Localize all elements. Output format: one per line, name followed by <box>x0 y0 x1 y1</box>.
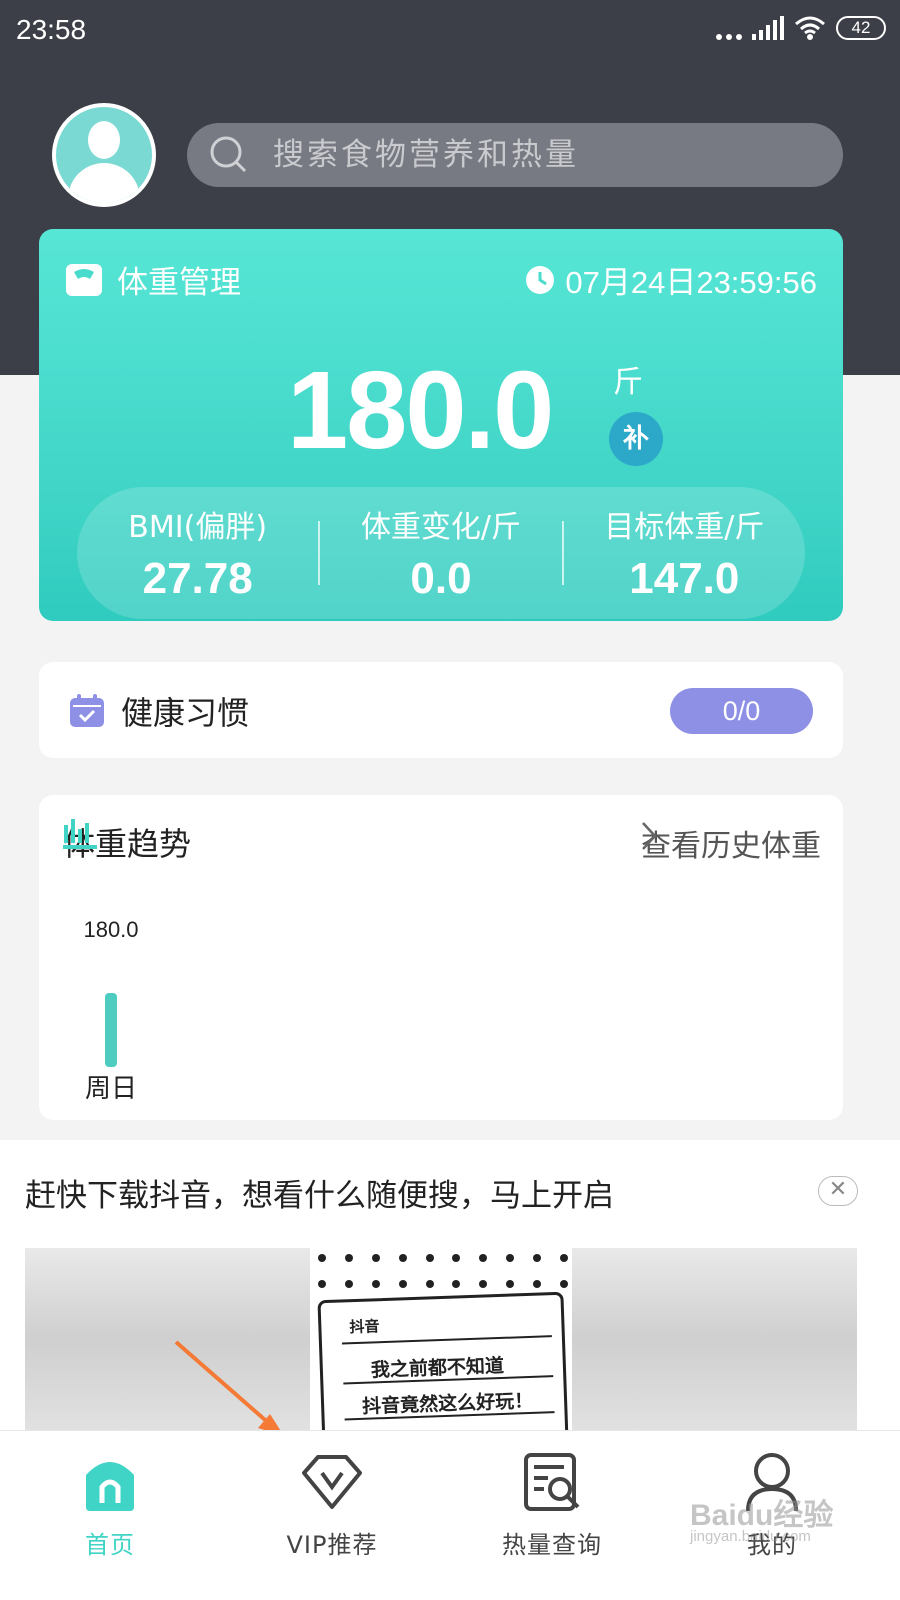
trend-data-label: 180.0 <box>83 917 138 942</box>
weight-trend-card: 体重趋势 查看历史体重 180.0 周日 <box>39 795 843 1120</box>
clock-icon <box>526 265 555 294</box>
ad-brand: 抖音 <box>349 1317 380 1337</box>
search-input[interactable] <box>273 137 833 173</box>
avatar[interactable] <box>52 103 156 207</box>
stat-weight-change: 体重变化/斤 0.0 <box>320 502 561 604</box>
wifi-icon <box>795 16 825 40</box>
datetime-text: 07月24日23:59:56 <box>565 265 817 300</box>
ad-image[interactable]: 抖音 我之前都不知道 抖音竟然这么好玩！ <box>25 1248 857 1430</box>
nav-vip[interactable]: VIP推荐 <box>252 1451 412 1560</box>
stat-label: 体重变化/斤 <box>360 510 522 545</box>
weight-trend-chart: 180.0 周日 <box>83 917 138 1104</box>
stat-target-weight[interactable]: 目标体重/斤 147.0 <box>564 502 805 604</box>
status-icons: 42 <box>716 16 886 40</box>
calendar-check-icon <box>70 694 104 727</box>
battery-indicator: 42 <box>836 16 886 40</box>
search-bar[interactable] <box>187 123 843 187</box>
nav-home[interactable]: 首页 <box>30 1451 190 1560</box>
home-icon <box>86 1462 134 1511</box>
weight-card-datetime: 07月24日23:59:56 <box>525 257 817 302</box>
ad-banner[interactable]: 赶快下载抖音，想看什么随便搜，马上开启 ✕ 抖音 我之前都不知道 抖音竟然这么好… <box>0 1140 900 1430</box>
nav-label: 首页 <box>85 1531 135 1559</box>
ad-close-button[interactable]: ✕ <box>818 1176 858 1206</box>
search-icon <box>210 136 247 173</box>
trend-bar <box>105 993 117 1067</box>
stat-label: 目标体重/斤 <box>604 510 765 545</box>
nav-label: 热量查询 <box>502 1531 602 1559</box>
ad-text: 赶快下载抖音，想看什么随便搜，马上开启 <box>25 1178 614 1214</box>
stat-value: 27.78 <box>142 554 253 603</box>
weight-card-title: 体重管理 <box>65 257 241 302</box>
status-time: 23:58 <box>16 14 87 45</box>
scale-icon <box>66 263 102 296</box>
trend-category-label: 周日 <box>85 1074 137 1104</box>
calorie-search-icon <box>524 1453 580 1511</box>
habits-title: 健康习惯 <box>69 688 249 734</box>
signal-icon <box>752 16 784 40</box>
habits-title-text: 健康习惯 <box>121 694 250 732</box>
stat-label: BMI(偏胖) <box>128 510 268 545</box>
stat-value: 0.0 <box>410 554 472 603</box>
weight-management-card[interactable]: 体重管理 07月24日23:59:56 180.0 斤 补 BMI(偏胖) 27… <box>39 229 843 621</box>
vip-icon <box>302 1455 362 1509</box>
stat-bmi: BMI(偏胖) 27.78 <box>77 502 318 604</box>
habits-progress-pill[interactable]: 0/0 <box>670 688 813 734</box>
weight-stats: BMI(偏胖) 27.78 体重变化/斤 0.0 目标体重/斤 147.0 <box>77 487 805 619</box>
baidu-watermark-url: jingyan.baidu.com <box>690 1528 811 1545</box>
stat-value: 147.0 <box>629 554 740 603</box>
ad-notebook-image: 抖音 我之前都不知道 抖音竟然这么好玩！ <box>310 1248 572 1430</box>
supplement-weight-button[interactable]: 补 <box>609 412 663 466</box>
nav-calorie-search[interactable]: 热量查询 <box>472 1451 632 1560</box>
current-weight: 180.0 <box>287 349 554 472</box>
more-dots-icon <box>716 16 742 40</box>
status-bar: 23:58 42 <box>0 0 900 62</box>
nav-label: VIP推荐 <box>286 1531 378 1559</box>
ad-card: 抖音 我之前都不知道 抖音竟然这么好玩！ <box>317 1291 569 1430</box>
weight-unit: 斤 <box>613 365 643 400</box>
weight-card-title-text: 体重管理 <box>117 265 241 301</box>
healthy-habits-card[interactable]: 健康习惯 0/0 <box>39 662 843 758</box>
